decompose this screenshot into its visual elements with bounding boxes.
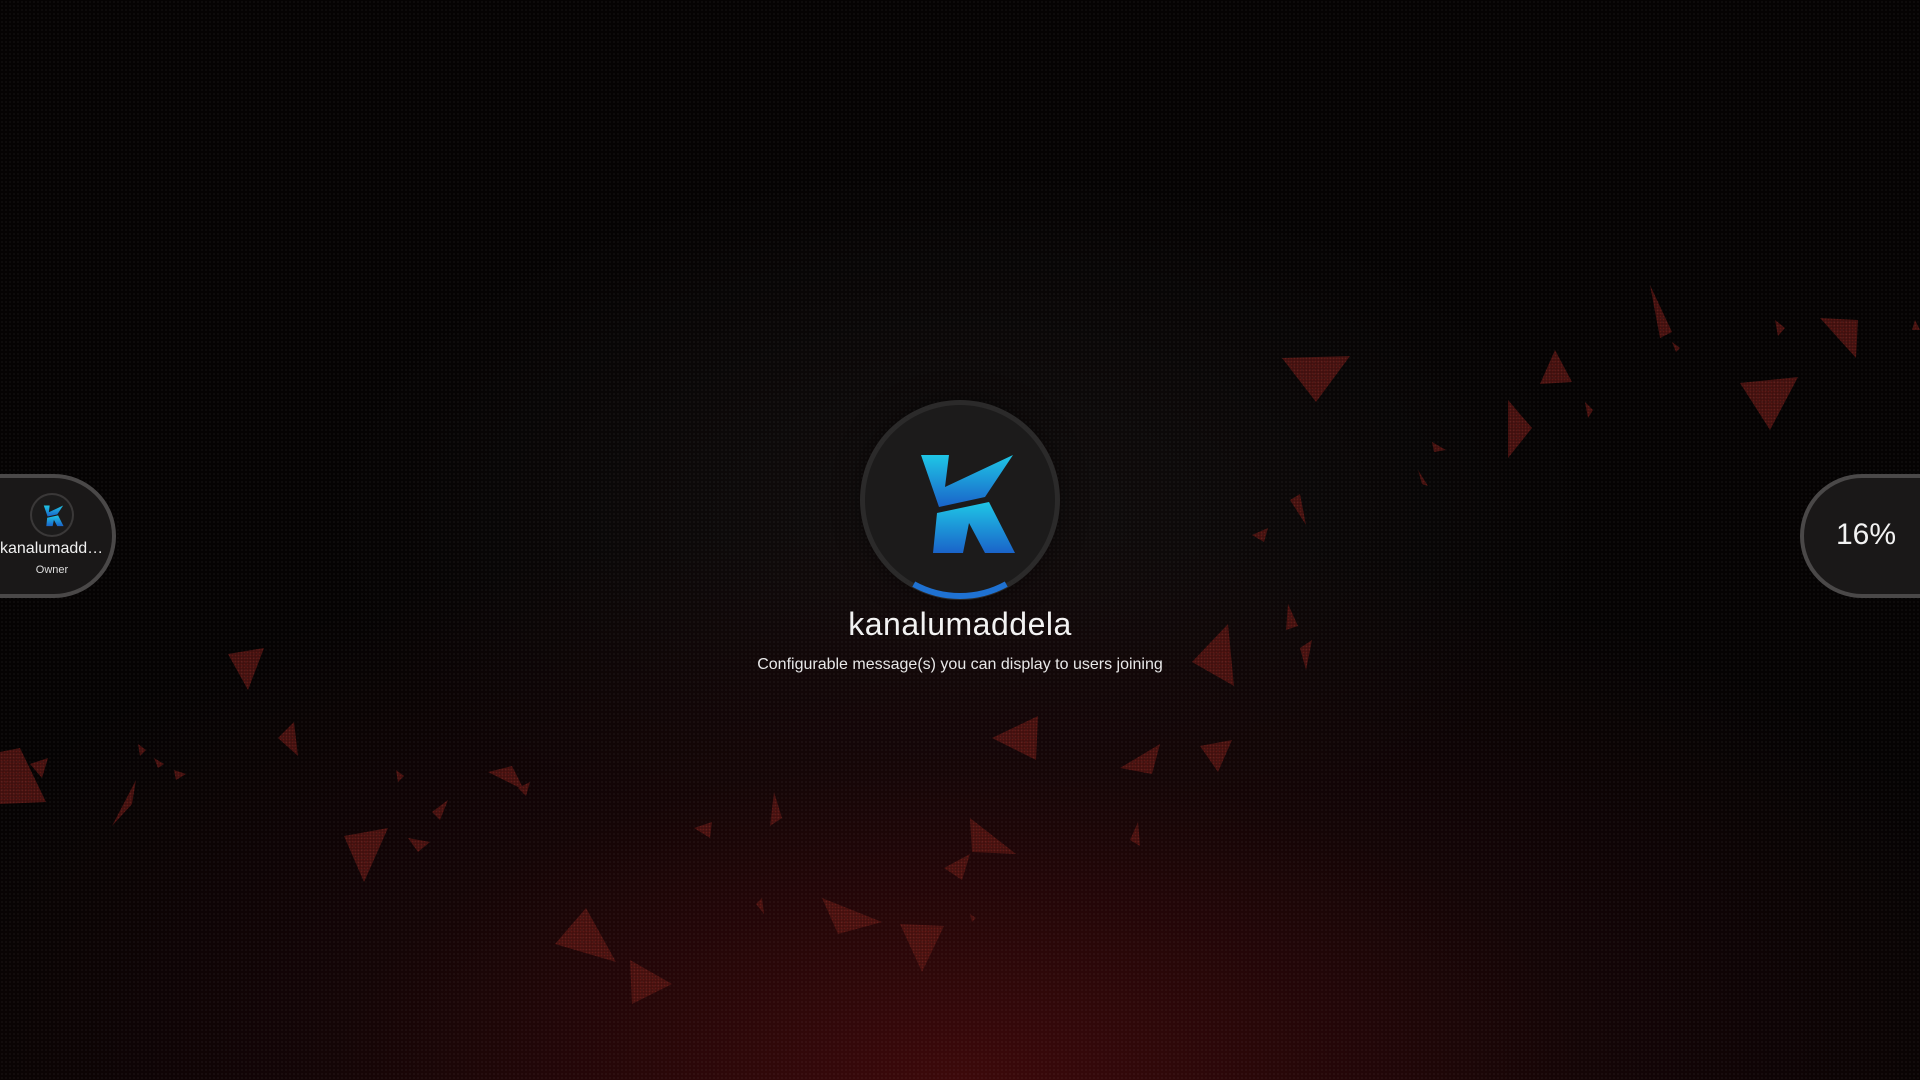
- owner-role: Owner: [35, 564, 69, 576]
- server-message: Configurable message(s) you can display …: [757, 656, 1163, 673]
- owner-avatar: [32, 495, 72, 535]
- k-logo-icon: [43, 505, 64, 527]
- loading-screen: kanalumaddela Configurable message(s) yo…: [0, 0, 1920, 1080]
- owner-name: kanalumaddela: [0, 540, 104, 557]
- loading-progress-arc: [912, 581, 1008, 599]
- progress-percent: 16%: [1835, 518, 1897, 551]
- server-name: kanalumaddela: [848, 606, 1072, 642]
